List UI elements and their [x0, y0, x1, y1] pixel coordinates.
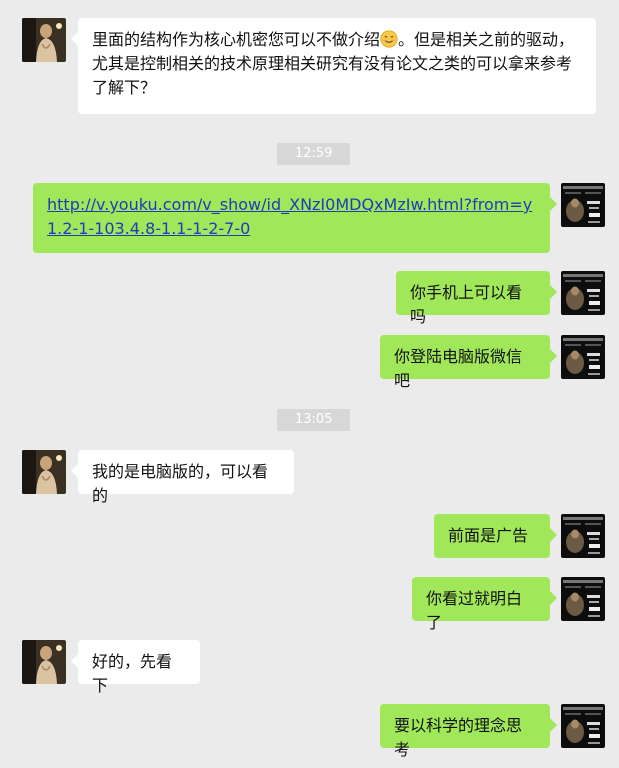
message-text: 好的，先看下	[92, 652, 173, 695]
timestamp: 13:05	[277, 409, 351, 431]
outgoing-message-bubble[interactable]: http://v.youku.com/v_show/id_XNzI0MDQxMz…	[33, 183, 557, 253]
message-row: 前面是广告	[0, 514, 619, 558]
contact-avatar[interactable]	[22, 18, 66, 62]
chat-conversation: 里面的结构作为核心机密您可以不做介绍 。但是相关之前的驱动，尤其是控制相关的技术原…	[0, 0, 619, 768]
portrait-avatar-icon	[22, 640, 66, 684]
message-text: 要以科学的理念思考	[394, 716, 523, 759]
message-row: 你登陆电脑版微信吧	[0, 335, 619, 390]
outgoing-message-bubble[interactable]: 前面是广告	[434, 514, 557, 558]
video-link[interactable]: http://v.youku.com/v_show/id_XNzI0MDQxMz…	[47, 195, 532, 238]
dark-poster-avatar-icon	[561, 335, 605, 379]
dark-poster-avatar-icon	[561, 514, 605, 558]
message-row: http://v.youku.com/v_show/id_XNzI0MDQxMz…	[0, 183, 619, 253]
outgoing-message-bubble[interactable]: 要以科学的理念思考	[380, 704, 557, 759]
self-avatar[interactable]	[561, 335, 605, 379]
message-text: 你登陆电脑版微信吧	[394, 347, 523, 390]
message-text: 你看过就明白了	[426, 589, 523, 632]
outgoing-message-bubble[interactable]: 你手机上可以看吗	[396, 271, 557, 326]
message-text: 你手机上可以看吗	[410, 283, 523, 326]
portrait-avatar-icon	[22, 450, 66, 494]
message-row: 里面的结构作为核心机密您可以不做介绍 。但是相关之前的驱动，尤其是控制相关的技术原…	[0, 18, 619, 114]
portrait-avatar-icon	[22, 18, 66, 62]
dark-poster-avatar-icon	[561, 271, 605, 315]
message-text: 前面是广告	[448, 526, 529, 545]
dark-poster-avatar-icon	[561, 704, 605, 748]
message-row: 好的，先看下	[0, 640, 619, 695]
message-text: 里面的结构作为核心机密您可以不做介绍	[92, 30, 381, 49]
timestamp: 12:59	[277, 143, 351, 165]
self-avatar[interactable]	[561, 514, 605, 558]
contact-avatar[interactable]	[22, 640, 66, 684]
dark-poster-avatar-icon	[561, 577, 605, 621]
incoming-message-bubble[interactable]: 好的，先看下	[71, 640, 200, 695]
self-avatar[interactable]	[561, 271, 605, 315]
dark-poster-avatar-icon	[561, 183, 605, 227]
incoming-message-bubble[interactable]: 里面的结构作为核心机密您可以不做介绍 。但是相关之前的驱动，尤其是控制相关的技术原…	[71, 18, 596, 114]
message-row: 你看过就明白了	[0, 577, 619, 632]
smiling-face-emoji-icon	[380, 30, 398, 48]
message-row: 我的是电脑版的，可以看的	[0, 450, 619, 505]
self-avatar[interactable]	[561, 704, 605, 748]
message-row: 你手机上可以看吗	[0, 271, 619, 326]
self-avatar[interactable]	[561, 577, 605, 621]
message-text: 我的是电脑版的，可以看的	[92, 462, 269, 505]
self-avatar[interactable]	[561, 183, 605, 227]
outgoing-message-bubble[interactable]: 你看过就明白了	[412, 577, 557, 632]
incoming-message-bubble[interactable]: 我的是电脑版的，可以看的	[71, 450, 294, 505]
outgoing-message-bubble[interactable]: 你登陆电脑版微信吧	[380, 335, 557, 390]
message-row: 要以科学的理念思考	[0, 704, 619, 759]
contact-avatar[interactable]	[22, 450, 66, 494]
